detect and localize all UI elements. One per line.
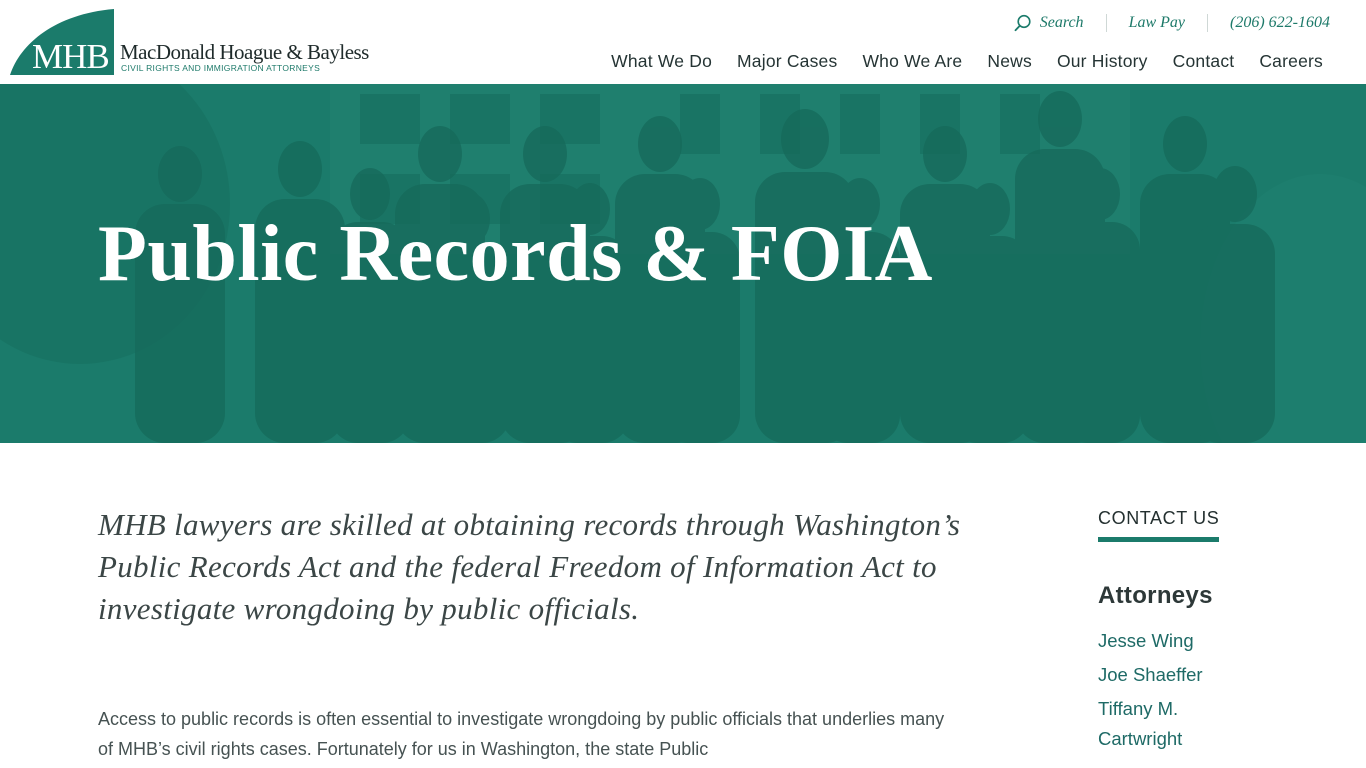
attorney-list: Jesse Wing Joe Shaeffer Tiffany M. Cartw… xyxy=(1098,626,1298,754)
page-title: Public Records & FOIA xyxy=(98,210,933,298)
site-logo[interactable]: MHB MacDonald Hoague & Bayless CIVIL RIG… xyxy=(10,9,430,77)
search-link[interactable]: Search xyxy=(992,14,1106,32)
body-paragraph: Access to public records is often essent… xyxy=(98,709,945,759)
main-nav: What We Do Major Cases Who We Are News O… xyxy=(611,50,1323,72)
lead-paragraph: MHB lawyers are skilled at obtaining rec… xyxy=(98,507,961,626)
nav-item-who-we-are[interactable]: Who We Are xyxy=(862,50,962,72)
law-pay-link[interactable]: Law Pay xyxy=(1105,14,1207,32)
nav-item-careers[interactable]: Careers xyxy=(1259,50,1323,72)
logo-firm-name: MacDonald Hoague & Bayless xyxy=(120,40,369,64)
nav-item-news[interactable]: News xyxy=(987,50,1032,72)
logo-initials: MHB xyxy=(32,37,110,76)
phone-link[interactable]: (206) 622-1604 xyxy=(1207,14,1330,32)
logo-tagline: CIVIL RIGHTS AND IMMIGRATION ATTORNEYS xyxy=(121,63,321,73)
hero-banner: Public Records & FOIA xyxy=(0,84,1366,443)
site-header: MHB MacDonald Hoague & Bayless CIVIL RIG… xyxy=(0,0,1366,84)
attorney-link[interactable]: Tiffany M. Cartwright xyxy=(1098,694,1208,754)
attorney-link[interactable]: Jesse Wing xyxy=(1098,626,1298,656)
sidebar: CONTACT US Attorneys Jesse Wing Joe Shae… xyxy=(1098,508,1298,758)
contact-us-button[interactable]: CONTACT US xyxy=(1098,508,1220,542)
nav-item-our-history[interactable]: Our History xyxy=(1057,50,1148,72)
search-icon xyxy=(1014,14,1031,32)
attorney-link[interactable]: Joe Shaeffer xyxy=(1098,660,1298,690)
nav-item-contact[interactable]: Contact xyxy=(1173,50,1235,72)
nav-item-major-cases[interactable]: Major Cases xyxy=(737,50,837,72)
attorneys-heading: Attorneys xyxy=(1098,582,1213,609)
search-label: Search xyxy=(1039,14,1084,31)
phone-number: (206) 622-1604 xyxy=(1230,14,1330,31)
law-pay-label: Law Pay xyxy=(1128,14,1186,31)
utility-bar: Search Law Pay (206) 622-1604 xyxy=(992,10,1330,36)
nav-item-what-we-do[interactable]: What We Do xyxy=(611,50,712,72)
